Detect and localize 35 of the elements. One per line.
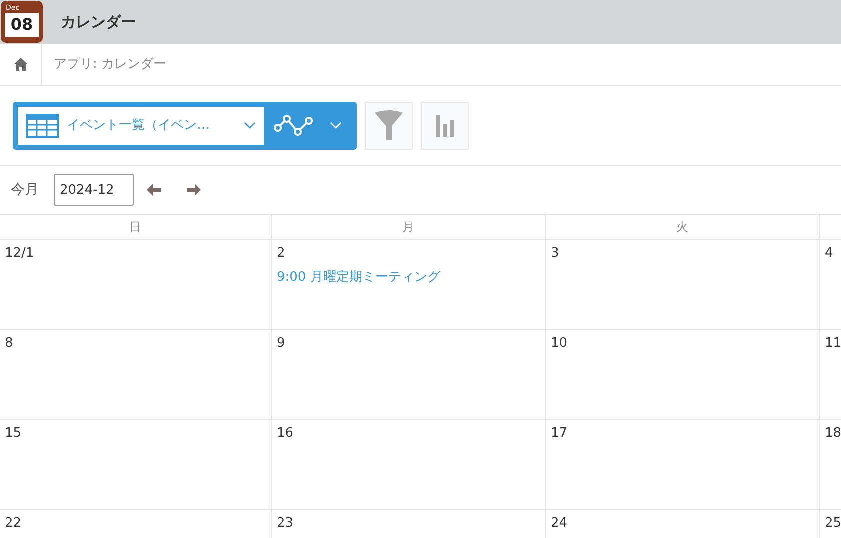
day-number: 2 [277,245,286,263]
weekday-header: 日 [130,219,142,236]
icon-day-text: 08 [5,13,39,37]
chevron-down-icon [244,122,256,129]
day-number: 24 [551,515,568,533]
app-title: カレンダー [61,12,136,33]
breadcrumb-link[interactable]: アプリ: カレンダー [54,54,167,74]
filter-icon [375,110,403,142]
day-number: 11 [825,335,841,353]
day-number: 4 [825,245,834,263]
day-number: 3 [551,245,560,263]
view-dropdown[interactable]: イベント一覧（イベン… [18,106,264,144]
home-icon[interactable] [14,58,28,71]
day-number: 16 [277,425,294,443]
day-number: 8 [5,335,14,353]
arrow-left-icon[interactable] [147,184,161,196]
day-number: 23 [277,515,294,533]
table-icon [26,114,59,138]
weekday-header: 火 [676,219,688,236]
weekday-header: 月 [402,219,414,236]
line-graph-icon [274,114,314,136]
day-number: 10 [551,335,568,353]
day-number: 15 [5,425,22,443]
month-input[interactable]: 2024-12 [54,174,134,206]
day-number: 17 [551,425,568,443]
day-number: 25 [825,515,841,533]
chevron-down-icon [330,122,342,129]
day-number: 12/1 [5,245,34,263]
day-number: 9 [277,335,286,353]
bar-chart-icon [435,114,455,136]
calendar-event[interactable]: 9:00 月曜定期ミーティング [277,268,440,287]
arrow-right-icon[interactable] [187,184,201,196]
day-number: 18 [825,425,841,443]
day-number: 22 [5,515,22,533]
this-month-button[interactable]: 今月 [11,180,39,200]
